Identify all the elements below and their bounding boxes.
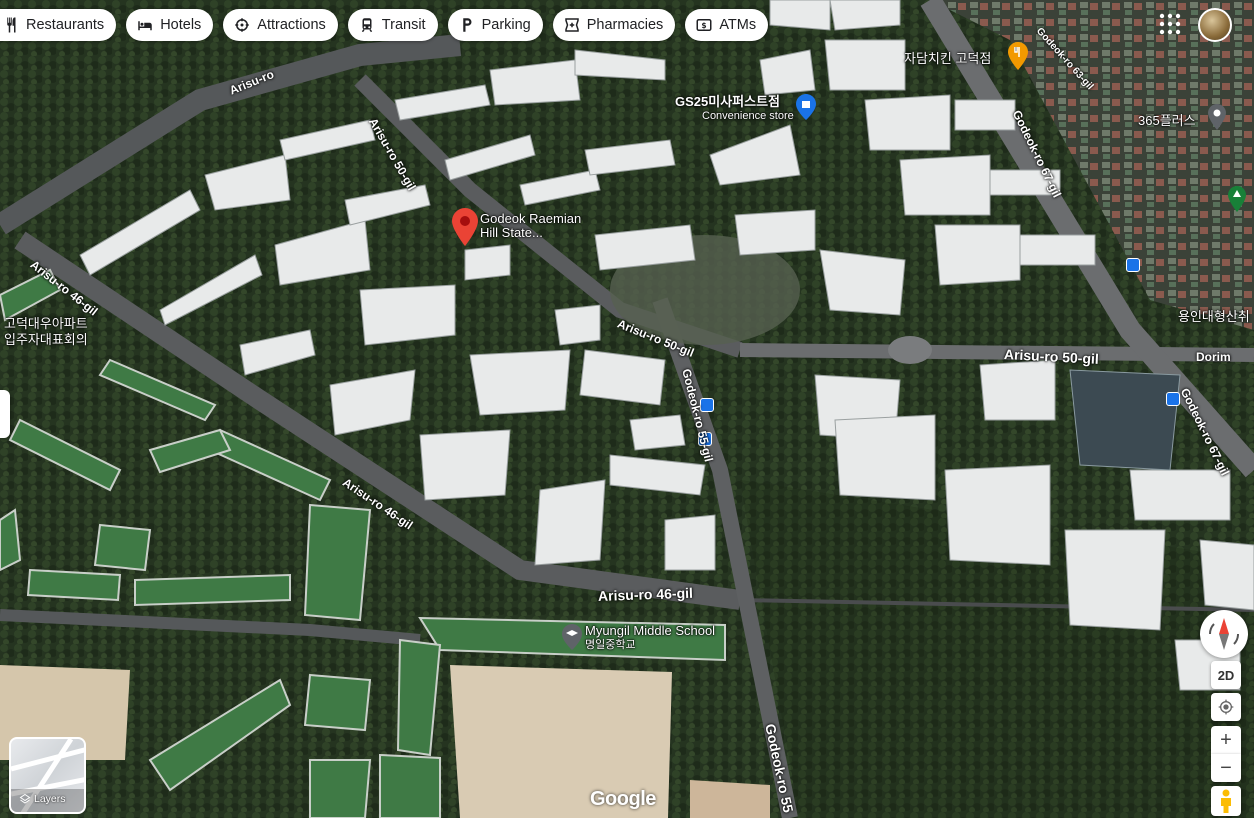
place-pin-icon[interactable]	[1208, 104, 1226, 130]
chip-atms[interactable]: $ ATMs	[685, 9, 769, 41]
selected-place-name-line2: Hill State...	[480, 225, 543, 240]
chip-label: Attractions	[257, 17, 326, 33]
chip-pharmacies[interactable]: Pharmacies	[552, 9, 676, 41]
selected-place-pin-icon[interactable]	[452, 208, 478, 246]
satellite-map[interactable]	[0, 0, 1254, 818]
my-location-icon	[1218, 699, 1234, 715]
apartment-association-label[interactable]: 고덕대우아파트 입주자대표회의	[4, 316, 88, 348]
layers-button[interactable]: Layers	[9, 737, 86, 814]
road-label: Arisu-ro 46-gil	[597, 584, 694, 604]
zoom-out-button[interactable]: −	[1211, 754, 1241, 782]
chip-label: Hotels	[160, 17, 202, 33]
layers-icon	[19, 793, 31, 804]
zoom-in-button[interactable]: +	[1211, 726, 1241, 754]
chip-label: Pharmacies	[586, 17, 664, 33]
right-edge-place-label[interactable]: 용인대형산취	[1178, 306, 1250, 325]
apps-grid-icon[interactable]	[1158, 12, 1182, 36]
chip-hotels[interactable]: Hotels	[126, 9, 214, 41]
layers-label-group: Layers	[19, 793, 66, 805]
chip-label: ATMs	[719, 17, 757, 33]
svg-text:$: $	[702, 21, 707, 30]
gs25-type: Convenience store	[702, 110, 794, 122]
school-name: Myungil Middle School	[585, 623, 716, 638]
category-chips: Restaurants Hotels Attractions Transit P…	[0, 9, 769, 41]
chip-attractions[interactable]: Attractions	[223, 9, 338, 41]
chip-label: Restaurants	[26, 17, 105, 33]
plus365-label[interactable]: 365플러스	[1138, 110, 1196, 129]
shopping-bag-pin-icon[interactable]	[796, 94, 816, 120]
atm-icon: $	[695, 16, 713, 34]
school-pin-icon[interactable]	[562, 624, 582, 650]
attraction-icon	[233, 16, 251, 34]
apartment-association-line2: 입주자대표회의	[4, 332, 88, 347]
restaurant-pin-icon[interactable]	[1008, 42, 1028, 70]
compass-button[interactable]	[1200, 610, 1248, 658]
bed-icon	[136, 16, 154, 34]
chip-parking[interactable]: Parking	[447, 9, 543, 41]
pegman-icon	[1221, 789, 1231, 813]
apartment-association-line1: 고덕대우아파트	[4, 316, 88, 331]
my-location-button[interactable]	[1211, 693, 1241, 721]
gs25-name: GS25미사퍼스트점	[675, 94, 781, 109]
pharmacy-icon	[563, 16, 581, 34]
compass-icon	[1208, 618, 1240, 650]
selected-place-name-line1: Godeok Raemian	[480, 211, 582, 226]
parking-icon	[458, 16, 476, 34]
chip-restaurants[interactable]: Restaurants	[0, 9, 117, 41]
google-logo: Google	[590, 788, 656, 810]
fork-knife-icon	[2, 16, 20, 34]
bus-stop-icon[interactable]	[1126, 258, 1140, 272]
toggle-2d-button[interactable]: 2D	[1211, 661, 1241, 689]
gs25-label[interactable]: GS25미사퍼스트점 Convenience store	[675, 94, 794, 124]
chip-label: Parking	[481, 17, 531, 33]
chip-transit[interactable]: Transit	[347, 9, 438, 41]
account-avatar[interactable]	[1198, 8, 1232, 42]
road-label: Dorim	[1196, 350, 1231, 364]
layers-label: Layers	[34, 793, 66, 805]
chip-label: Transit	[381, 17, 426, 33]
school-sub: 명일중학교	[585, 639, 636, 651]
chicken-restaurant-label[interactable]: 자담치킨 고덕점	[904, 48, 991, 67]
park-pin-icon[interactable]	[1228, 186, 1246, 212]
selected-place-label[interactable]: Godeok Raemian Hill State...	[480, 212, 581, 240]
pegman-button[interactable]	[1211, 786, 1241, 816]
transit-icon	[358, 16, 376, 34]
collapse-panel-button[interactable]	[0, 390, 10, 438]
school-label[interactable]: Myungil Middle School 명일중학교	[585, 624, 715, 652]
